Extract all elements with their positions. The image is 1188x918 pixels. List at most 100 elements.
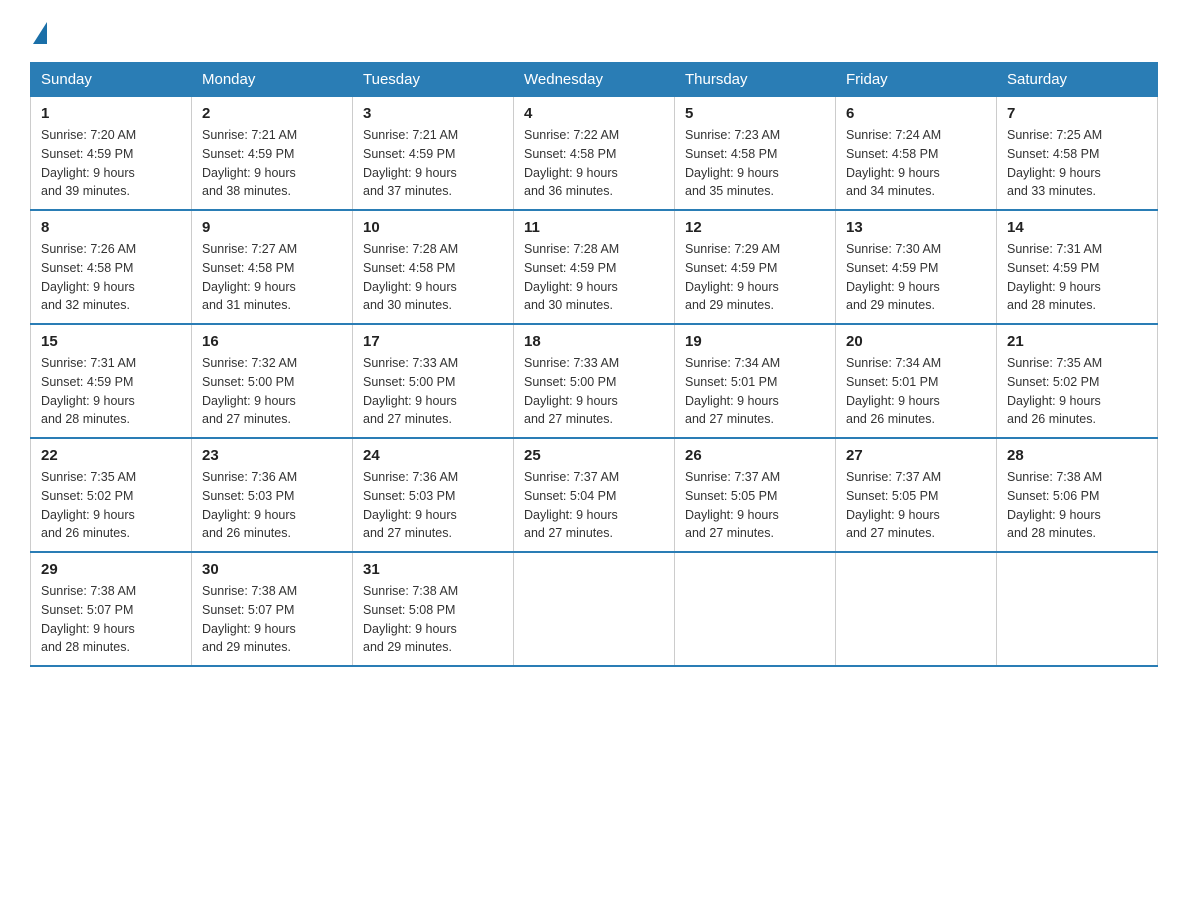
calendar-week-row: 1 Sunrise: 7:20 AM Sunset: 4:59 PM Dayli… — [31, 97, 1158, 211]
calendar-day-cell — [675, 552, 836, 666]
day-info: Sunrise: 7:29 AM Sunset: 4:59 PM Dayligh… — [685, 240, 825, 315]
calendar-day-cell: 29 Sunrise: 7:38 AM Sunset: 5:07 PM Dayl… — [31, 552, 192, 666]
day-number: 13 — [846, 219, 986, 236]
day-number: 8 — [41, 219, 181, 236]
calendar-day-cell — [997, 552, 1158, 666]
day-number: 29 — [41, 561, 181, 578]
days-header-row: SundayMondayTuesdayWednesdayThursdayFrid… — [31, 63, 1158, 97]
day-number: 12 — [685, 219, 825, 236]
calendar-day-cell: 5 Sunrise: 7:23 AM Sunset: 4:58 PM Dayli… — [675, 97, 836, 211]
day-number: 26 — [685, 447, 825, 464]
day-number: 17 — [363, 333, 503, 350]
calendar-day-cell: 26 Sunrise: 7:37 AM Sunset: 5:05 PM Dayl… — [675, 438, 836, 552]
calendar-day-cell — [514, 552, 675, 666]
day-number: 15 — [41, 333, 181, 350]
day-of-week-header: Wednesday — [514, 63, 675, 97]
day-number: 10 — [363, 219, 503, 236]
page-header — [30, 20, 1158, 42]
day-info: Sunrise: 7:22 AM Sunset: 4:58 PM Dayligh… — [524, 126, 664, 201]
day-info: Sunrise: 7:21 AM Sunset: 4:59 PM Dayligh… — [202, 126, 342, 201]
day-number: 31 — [363, 561, 503, 578]
calendar-day-cell: 15 Sunrise: 7:31 AM Sunset: 4:59 PM Dayl… — [31, 324, 192, 438]
calendar-day-cell: 7 Sunrise: 7:25 AM Sunset: 4:58 PM Dayli… — [997, 97, 1158, 211]
day-number: 24 — [363, 447, 503, 464]
calendar-day-cell: 25 Sunrise: 7:37 AM Sunset: 5:04 PM Dayl… — [514, 438, 675, 552]
day-number: 9 — [202, 219, 342, 236]
calendar-day-cell: 16 Sunrise: 7:32 AM Sunset: 5:00 PM Dayl… — [192, 324, 353, 438]
day-number: 5 — [685, 105, 825, 122]
day-number: 20 — [846, 333, 986, 350]
day-number: 6 — [846, 105, 986, 122]
day-info: Sunrise: 7:37 AM Sunset: 5:05 PM Dayligh… — [685, 468, 825, 543]
day-info: Sunrise: 7:37 AM Sunset: 5:04 PM Dayligh… — [524, 468, 664, 543]
calendar-week-row: 8 Sunrise: 7:26 AM Sunset: 4:58 PM Dayli… — [31, 210, 1158, 324]
day-number: 3 — [363, 105, 503, 122]
day-info: Sunrise: 7:27 AM Sunset: 4:58 PM Dayligh… — [202, 240, 342, 315]
day-info: Sunrise: 7:31 AM Sunset: 4:59 PM Dayligh… — [1007, 240, 1147, 315]
calendar-day-cell: 3 Sunrise: 7:21 AM Sunset: 4:59 PM Dayli… — [353, 97, 514, 211]
day-info: Sunrise: 7:30 AM Sunset: 4:59 PM Dayligh… — [846, 240, 986, 315]
day-number: 30 — [202, 561, 342, 578]
day-of-week-header: Saturday — [997, 63, 1158, 97]
calendar-day-cell: 30 Sunrise: 7:38 AM Sunset: 5:07 PM Dayl… — [192, 552, 353, 666]
day-info: Sunrise: 7:33 AM Sunset: 5:00 PM Dayligh… — [363, 354, 503, 429]
calendar-day-cell: 4 Sunrise: 7:22 AM Sunset: 4:58 PM Dayli… — [514, 97, 675, 211]
day-number: 21 — [1007, 333, 1147, 350]
day-number: 28 — [1007, 447, 1147, 464]
calendar-day-cell: 31 Sunrise: 7:38 AM Sunset: 5:08 PM Dayl… — [353, 552, 514, 666]
day-info: Sunrise: 7:37 AM Sunset: 5:05 PM Dayligh… — [846, 468, 986, 543]
day-number: 11 — [524, 219, 664, 236]
calendar-day-cell: 13 Sunrise: 7:30 AM Sunset: 4:59 PM Dayl… — [836, 210, 997, 324]
day-info: Sunrise: 7:35 AM Sunset: 5:02 PM Dayligh… — [1007, 354, 1147, 429]
calendar-week-row: 22 Sunrise: 7:35 AM Sunset: 5:02 PM Dayl… — [31, 438, 1158, 552]
calendar-day-cell: 23 Sunrise: 7:36 AM Sunset: 5:03 PM Dayl… — [192, 438, 353, 552]
calendar-day-cell: 17 Sunrise: 7:33 AM Sunset: 5:00 PM Dayl… — [353, 324, 514, 438]
day-of-week-header: Friday — [836, 63, 997, 97]
day-info: Sunrise: 7:38 AM Sunset: 5:06 PM Dayligh… — [1007, 468, 1147, 543]
calendar-day-cell: 20 Sunrise: 7:34 AM Sunset: 5:01 PM Dayl… — [836, 324, 997, 438]
calendar-day-cell: 9 Sunrise: 7:27 AM Sunset: 4:58 PM Dayli… — [192, 210, 353, 324]
day-info: Sunrise: 7:38 AM Sunset: 5:08 PM Dayligh… — [363, 582, 503, 657]
day-number: 14 — [1007, 219, 1147, 236]
day-number: 16 — [202, 333, 342, 350]
day-info: Sunrise: 7:25 AM Sunset: 4:58 PM Dayligh… — [1007, 126, 1147, 201]
day-info: Sunrise: 7:20 AM Sunset: 4:59 PM Dayligh… — [41, 126, 181, 201]
calendar-day-cell: 24 Sunrise: 7:36 AM Sunset: 5:03 PM Dayl… — [353, 438, 514, 552]
day-info: Sunrise: 7:24 AM Sunset: 4:58 PM Dayligh… — [846, 126, 986, 201]
day-info: Sunrise: 7:33 AM Sunset: 5:00 PM Dayligh… — [524, 354, 664, 429]
day-info: Sunrise: 7:36 AM Sunset: 5:03 PM Dayligh… — [202, 468, 342, 543]
calendar-day-cell: 19 Sunrise: 7:34 AM Sunset: 5:01 PM Dayl… — [675, 324, 836, 438]
day-info: Sunrise: 7:23 AM Sunset: 4:58 PM Dayligh… — [685, 126, 825, 201]
day-of-week-header: Tuesday — [353, 63, 514, 97]
day-number: 19 — [685, 333, 825, 350]
day-info: Sunrise: 7:38 AM Sunset: 5:07 PM Dayligh… — [41, 582, 181, 657]
day-number: 23 — [202, 447, 342, 464]
day-info: Sunrise: 7:36 AM Sunset: 5:03 PM Dayligh… — [363, 468, 503, 543]
calendar-day-cell: 21 Sunrise: 7:35 AM Sunset: 5:02 PM Dayl… — [997, 324, 1158, 438]
day-info: Sunrise: 7:28 AM Sunset: 4:59 PM Dayligh… — [524, 240, 664, 315]
day-info: Sunrise: 7:32 AM Sunset: 5:00 PM Dayligh… — [202, 354, 342, 429]
day-info: Sunrise: 7:28 AM Sunset: 4:58 PM Dayligh… — [363, 240, 503, 315]
day-info: Sunrise: 7:26 AM Sunset: 4:58 PM Dayligh… — [41, 240, 181, 315]
day-number: 25 — [524, 447, 664, 464]
day-info: Sunrise: 7:38 AM Sunset: 5:07 PM Dayligh… — [202, 582, 342, 657]
day-info: Sunrise: 7:34 AM Sunset: 5:01 PM Dayligh… — [846, 354, 986, 429]
calendar-day-cell: 2 Sunrise: 7:21 AM Sunset: 4:59 PM Dayli… — [192, 97, 353, 211]
calendar-day-cell — [836, 552, 997, 666]
day-info: Sunrise: 7:21 AM Sunset: 4:59 PM Dayligh… — [363, 126, 503, 201]
logo-triangle-icon — [33, 22, 47, 44]
day-of-week-header: Thursday — [675, 63, 836, 97]
logo — [30, 20, 47, 42]
calendar-day-cell: 27 Sunrise: 7:37 AM Sunset: 5:05 PM Dayl… — [836, 438, 997, 552]
day-number: 22 — [41, 447, 181, 464]
calendar-day-cell: 28 Sunrise: 7:38 AM Sunset: 5:06 PM Dayl… — [997, 438, 1158, 552]
day-info: Sunrise: 7:34 AM Sunset: 5:01 PM Dayligh… — [685, 354, 825, 429]
calendar-day-cell: 12 Sunrise: 7:29 AM Sunset: 4:59 PM Dayl… — [675, 210, 836, 324]
day-of-week-header: Sunday — [31, 63, 192, 97]
calendar-day-cell: 14 Sunrise: 7:31 AM Sunset: 4:59 PM Dayl… — [997, 210, 1158, 324]
day-number: 18 — [524, 333, 664, 350]
calendar-day-cell: 6 Sunrise: 7:24 AM Sunset: 4:58 PM Dayli… — [836, 97, 997, 211]
calendar-week-row: 29 Sunrise: 7:38 AM Sunset: 5:07 PM Dayl… — [31, 552, 1158, 666]
day-of-week-header: Monday — [192, 63, 353, 97]
calendar-week-row: 15 Sunrise: 7:31 AM Sunset: 4:59 PM Dayl… — [31, 324, 1158, 438]
